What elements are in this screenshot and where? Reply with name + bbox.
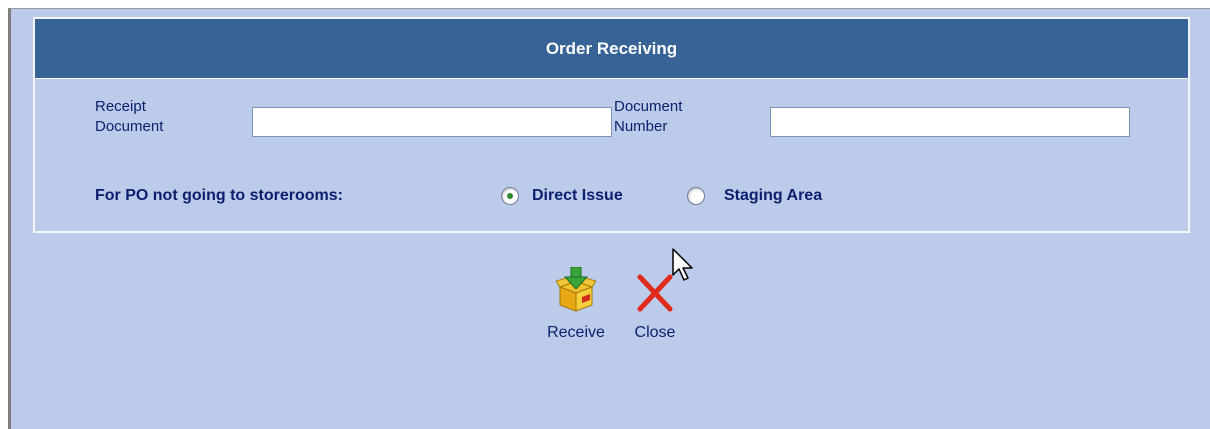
direct-issue-label[interactable]: Direct Issue bbox=[532, 187, 623, 205]
receive-box-icon bbox=[555, 266, 597, 312]
document-number-input[interactable] bbox=[770, 107, 1130, 137]
receive-button[interactable]: Receive bbox=[535, 266, 617, 342]
direct-issue-radio[interactable] bbox=[501, 187, 519, 205]
receipt-document-label: Receipt Document bbox=[95, 98, 164, 135]
staging-area-radio[interactable] bbox=[687, 187, 705, 205]
close-label: Close bbox=[634, 324, 676, 341]
order-receiving-panel: Order Receiving Receipt Document Documen… bbox=[33, 17, 1190, 233]
radio-selected-dot bbox=[507, 193, 513, 199]
po-destination-row: For PO not going to storerooms: Direct I… bbox=[35, 185, 1188, 209]
mouse-cursor-icon bbox=[672, 248, 693, 281]
receipt-document-input[interactable] bbox=[252, 107, 612, 137]
order-receiving-window: Order Receiving Receipt Document Documen… bbox=[8, 8, 1210, 429]
po-destination-label: For PO not going to storerooms: bbox=[95, 187, 343, 204]
panel-title: Order Receiving bbox=[35, 19, 1188, 79]
staging-area-label[interactable]: Staging Area bbox=[724, 187, 822, 205]
receive-label: Receive bbox=[547, 324, 605, 341]
document-number-label: Document Number bbox=[614, 98, 683, 135]
